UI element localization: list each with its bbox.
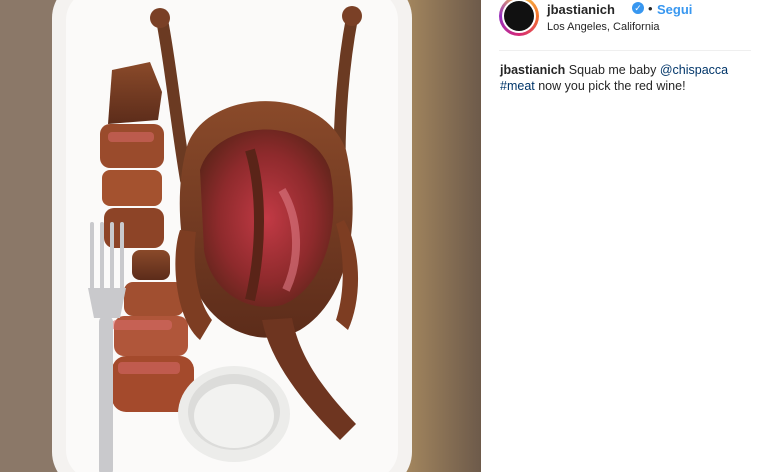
avatar-image <box>504 1 534 31</box>
location-link[interactable]: Los Angeles, California <box>547 21 660 33</box>
follow-button[interactable]: Segui <box>657 2 692 17</box>
caption-hashtag[interactable]: #meat <box>500 79 535 93</box>
avatar[interactable] <box>499 0 539 36</box>
roast-squab-photo <box>0 0 481 472</box>
separator-dot: • <box>648 1 653 16</box>
post-header: jbastianich ✓ • Segui Los Angeles, Calif… <box>499 0 751 51</box>
caption-mention[interactable]: @chispacca <box>660 63 728 77</box>
post-photo[interactable] <box>0 0 481 472</box>
post-caption: jbastianich Squab me baby @chispacca #me… <box>500 62 750 94</box>
caption-username[interactable]: jbastianich <box>500 63 565 77</box>
caption-text-2: now you pick the red wine! <box>538 79 686 93</box>
username-link[interactable]: jbastianich <box>547 2 615 17</box>
verified-check-icon: ✓ <box>632 2 644 14</box>
caption-text: Squab me baby <box>568 63 657 77</box>
post-sidebar: jbastianich ✓ • Segui Los Angeles, Calif… <box>481 0 768 472</box>
